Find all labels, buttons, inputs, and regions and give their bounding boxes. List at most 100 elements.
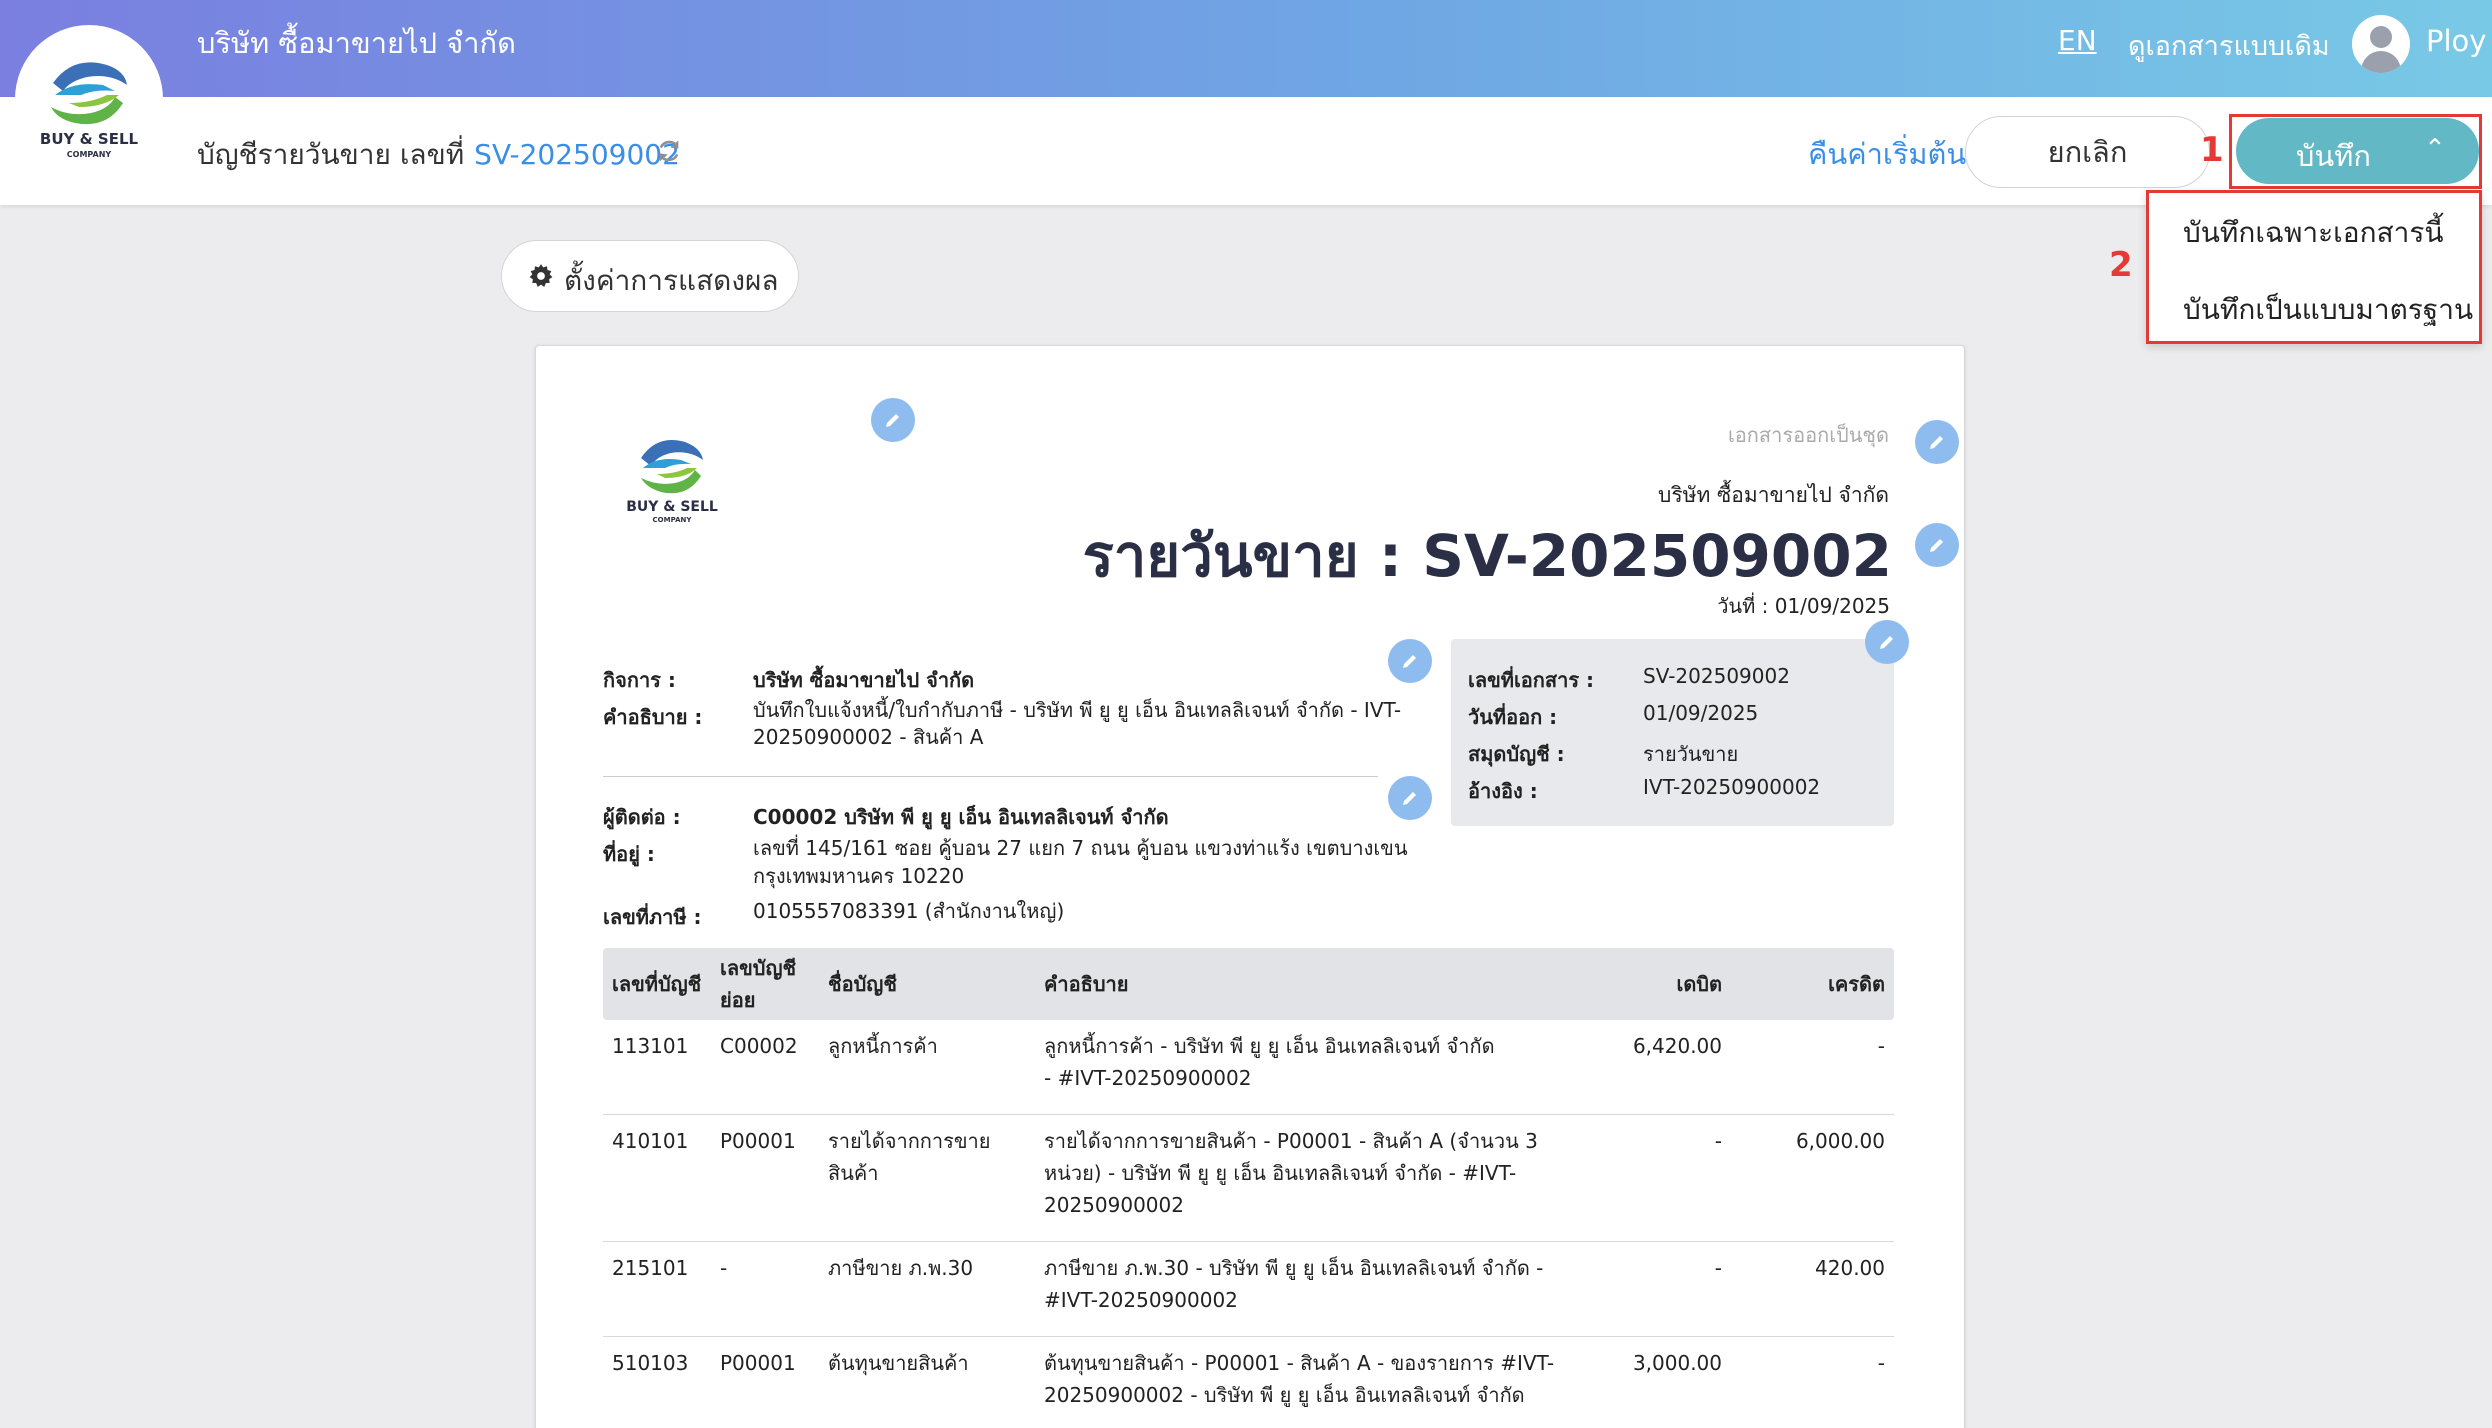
- address-line-1: เลขที่ 145/161 ซอย คู้บอน 27 แยก 7 ถนน ค…: [753, 836, 1408, 860]
- description-line-1: บันทึกใบแจ้งหนี้/ใบกำกับภาษี - บริษัท พี…: [753, 698, 1402, 722]
- document-main-title: รายวันขาย : SV-202509002: [1082, 522, 1892, 590]
- document-logo-subtext: COMPANY: [653, 516, 693, 524]
- document-preview: BUY & SELL COMPANY เอกสารออกเป็นชุด บริษ…: [535, 345, 1965, 1428]
- address-line-2: กรุงเทพมหานคร 10220: [753, 864, 965, 888]
- tax-id-value: 0105557083391 (สำนักงานใหญ่): [753, 899, 1065, 923]
- cancel-button[interactable]: ยกเลิก: [1965, 116, 2210, 188]
- company-name: บริษัท ซื้อมาขายไป จำกัด: [197, 26, 516, 60]
- row-account-no: 215101: [612, 1256, 689, 1280]
- col-header-account-name: ชื่อบัญชี: [828, 972, 897, 996]
- col-header-description: คำอธิบาย: [1044, 972, 1129, 996]
- document-info-box: เลขที่เอกสาร : SV-202509002 วันที่ออก : …: [1451, 639, 1894, 826]
- info-reference-label: อ้างอิง :: [1468, 779, 1538, 803]
- contact-label: ผู้ติดต่อ :: [603, 805, 681, 829]
- business-label: กิจการ :: [603, 668, 676, 692]
- view-old-document-link[interactable]: ดูเอกสารแบบเดิม: [2128, 24, 2330, 67]
- annotation-highlight-1: [2229, 114, 2482, 189]
- row-credit: -: [1877, 1351, 1885, 1375]
- gear-icon: [529, 264, 553, 287]
- row-credit: -: [1877, 1034, 1885, 1058]
- col-header-sub-account-line1: เลขบัญชี: [720, 956, 797, 980]
- row-credit: 420.00: [1815, 1256, 1885, 1280]
- row-description-line: - #IVT-20250900002: [1044, 1066, 1252, 1090]
- table-header-row: เลขที่บัญชี เลขบัญชี ย่อย ชื่อบัญชี คำอธ…: [603, 948, 1894, 1020]
- row-description-line: ภาษีขาย ภ.พ.30 - บริษัท พี ยู ยู เอ็น อิ…: [1044, 1256, 1544, 1280]
- document-series-label: เอกสารออกเป็นชุด: [1727, 423, 1889, 447]
- description-line-2: 20250900002 - สินค้า A: [753, 725, 984, 749]
- language-switch-link[interactable]: EN: [2058, 24, 2097, 57]
- top-app-bar: บริษัท ซื้อมาขายไป จำกัด EN ดูเอกสารแบบเ…: [0, 0, 2492, 97]
- edit-business-pencil-icon[interactable]: [1388, 639, 1432, 683]
- table-row: 113101 C00002 ลูกหนี้การค้า ลูกหนี้การค้…: [603, 1020, 1894, 1115]
- contact-value: C00002 บริษัท พี ยู ยู เอ็น อินเทลลิเจนท…: [753, 805, 1169, 829]
- row-debit: -: [1714, 1129, 1722, 1153]
- col-header-debit: เดบิต: [1676, 972, 1722, 996]
- row-sub-account: P00001: [720, 1129, 796, 1153]
- journal-entries-table: เลขที่บัญชี เลขบัญชี ย่อย ชื่อบัญชี คำอธ…: [603, 948, 1894, 1428]
- document-logo-text: BUY & SELL: [626, 499, 718, 515]
- description-label: คำอธิบาย :: [603, 705, 703, 729]
- row-account-name: ภาษีขาย ภ.พ.30: [828, 1256, 974, 1280]
- col-header-sub-account-line2: ย่อย: [720, 988, 756, 1012]
- logo-text: BUY & SELL: [40, 130, 139, 148]
- edit-logo-pencil-icon[interactable]: [871, 398, 915, 442]
- row-sub-account: C00002: [720, 1034, 798, 1058]
- document-date: วันที่ : 01/09/2025: [1717, 594, 1890, 618]
- row-sub-account: P00001: [720, 1351, 796, 1375]
- row-description-line: 20250900002: [1044, 1193, 1184, 1217]
- info-doc-no-label: เลขที่เอกสาร :: [1468, 668, 1595, 692]
- row-account-no: 113101: [612, 1034, 689, 1058]
- table-row: 410101 P00001 รายได้จากการขาย สินค้า ราย…: [603, 1115, 1894, 1242]
- document-number: SV-202509002: [474, 138, 680, 171]
- refresh-icon[interactable]: [655, 137, 683, 165]
- info-doc-no-value: SV-202509002: [1643, 664, 1790, 688]
- row-description-line: ต้นทุนขายสินค้า - P00001 - สินค้า A - ขอ…: [1044, 1351, 1555, 1375]
- row-account-name: ลูกหนี้การค้า: [828, 1034, 938, 1058]
- document-logo: BUY & SELL COMPANY: [626, 440, 718, 524]
- row-debit: 3,000.00: [1632, 1351, 1722, 1375]
- table-row: 215101 - ภาษีขาย ภ.พ.30 ภาษีขาย ภ.พ.30 -…: [603, 1242, 1894, 1337]
- row-account-no: 410101: [612, 1129, 689, 1153]
- col-header-account-no: เลขที่บัญชี: [612, 972, 702, 996]
- info-reference-value: IVT-20250900002: [1643, 775, 1821, 799]
- display-settings-label: ตั้งค่าการแสดงผล: [564, 264, 779, 297]
- table-row: 510103 P00001 ต้นทุนขายสินค้า ต้นทุนขายส…: [603, 1337, 1894, 1428]
- edit-info-pencil-icon[interactable]: [1865, 620, 1909, 664]
- row-description-line: #IVT-20250900002: [1044, 1288, 1238, 1312]
- menu-item-save-this-document[interactable]: บันทึกเฉพาะเอกสารนี้: [2183, 211, 2444, 255]
- edit-contact-pencil-icon[interactable]: [1388, 776, 1432, 820]
- annotation-number-1: 1: [2200, 130, 2224, 170]
- info-journal-label: สมุดบัญชี :: [1468, 742, 1565, 766]
- buy-sell-logo-icon: BUY & SELL COMPANY: [40, 62, 139, 159]
- row-description-line: รายได้จากการขายสินค้า - P00001 - สินค้า …: [1044, 1129, 1538, 1153]
- user-avatar-icon[interactable]: [2352, 15, 2410, 73]
- row-account-no: 510103: [612, 1351, 689, 1375]
- row-debit: -: [1714, 1256, 1722, 1280]
- display-settings-button[interactable]: ตั้งค่าการแสดงผล: [501, 240, 799, 312]
- reset-defaults-link[interactable]: คืนค่าเริ่มต้น: [1808, 131, 1966, 177]
- edit-title-pencil-icon[interactable]: [1915, 523, 1959, 567]
- row-account-name: สินค้า: [828, 1161, 879, 1185]
- row-debit: 6,420.00: [1632, 1034, 1722, 1058]
- company-logo[interactable]: BUY & SELL COMPANY: [15, 25, 163, 173]
- row-account-name: รายได้จากการขาย: [828, 1129, 991, 1153]
- info-issue-date-label: วันที่ออก :: [1468, 705, 1558, 729]
- edit-header-pencil-icon[interactable]: [1915, 420, 1959, 464]
- row-description-line: ลูกหนี้การค้า - บริษัท พี ยู ยู เอ็น อิน…: [1044, 1034, 1495, 1058]
- logo-subtext: COMPANY: [67, 150, 112, 159]
- row-account-name: ต้นทุนขายสินค้า: [828, 1351, 969, 1375]
- menu-item-save-as-standard[interactable]: บันทึกเป็นแบบมาตรฐาน: [2183, 288, 2473, 332]
- col-header-credit: เครดิต: [1828, 972, 1885, 996]
- user-name[interactable]: Ploy: [2426, 24, 2486, 58]
- info-issue-date-value: 01/09/2025: [1643, 701, 1759, 725]
- business-value: บริษัท ซื้อมาขายไป จำกัด: [753, 668, 975, 692]
- issuer-company-name: บริษัท ซื้อมาขายไป จำกัด: [1658, 483, 1889, 507]
- info-journal-value: รายวันขาย: [1643, 742, 1739, 766]
- row-description-line: หน่วย) - บริษัท พี ยู ยู เอ็น อินเทลลิเจ…: [1044, 1161, 1517, 1185]
- row-description-line: 20250900002 - บริษัท พี ยู ยู เอ็น อินเท…: [1044, 1383, 1525, 1407]
- save-options-menu: บันทึกเฉพาะเอกสารนี้ บันทึกเป็นแบบมาตรฐา…: [2146, 190, 2482, 344]
- row-sub-account: -: [720, 1256, 728, 1280]
- annotation-number-2: 2: [2109, 245, 2133, 285]
- address-label: ที่อยู่ :: [603, 842, 655, 866]
- section-divider: [603, 776, 1378, 777]
